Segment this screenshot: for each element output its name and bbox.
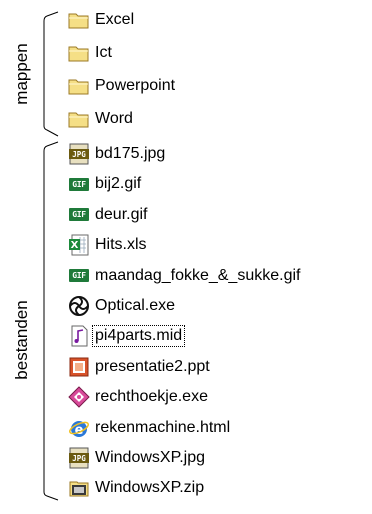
gif-file-icon: GIF — [68, 204, 90, 226]
file-name: bd175.jpg — [95, 145, 166, 162]
file-item-windowsxp-jpg[interactable]: JPG WindowsXP.jpg — [68, 443, 206, 473]
app-exe-icon — [68, 386, 90, 408]
internet-explorer-icon: e — [68, 417, 90, 439]
optical-exe-icon — [68, 295, 90, 317]
folder-item-excel[interactable]: Excel — [68, 5, 135, 35]
file-name: presentatie2.ppt — [95, 357, 210, 375]
svg-text:X: X — [71, 240, 79, 251]
file-name: rechthoekje.exe — [95, 388, 208, 406]
zip-file-icon — [68, 477, 90, 499]
folder-icon — [68, 108, 90, 130]
file-item-pi4parts-mid[interactable]: pi4parts.mid — [68, 321, 186, 351]
folder-item-ict[interactable]: Ict — [68, 38, 113, 68]
file-item-rekenmachine-html[interactable]: e rekenmachine.html — [68, 413, 231, 443]
folder-item-powerpoint[interactable]: Powerpoint — [68, 71, 176, 101]
file-name: maandag_fokke_&_sukke.gif — [95, 266, 301, 284]
file-name: Hits.xls — [95, 236, 147, 254]
file-name: WindowsXP.jpg — [95, 449, 205, 466]
file-name: deur.gif — [95, 205, 148, 223]
file-name: bij2.gif — [95, 175, 142, 193]
file-name: WindowsXP.zip — [95, 479, 205, 497]
file-item-presentatie2-ppt[interactable]: presentatie2.ppt — [68, 352, 211, 382]
folder-icon — [68, 42, 90, 64]
folder-icon — [68, 75, 90, 97]
gif-file-icon: GIF — [68, 265, 90, 287]
file-item-deur-gif[interactable]: GIF deur.gif — [68, 200, 148, 230]
file-item-windowsxp-zip[interactable]: WindowsXP.zip — [68, 473, 205, 503]
file-item-maandag-fokke-sukke-gif[interactable]: GIF maandag_fokke_&_sukke.gif — [68, 261, 301, 291]
file-item-hits-xls[interactable]: X Hits.xls — [68, 230, 148, 260]
file-item-bd175-jpg[interactable]: JPG bd175.jpg — [68, 139, 166, 169]
excel-file-icon: X — [68, 234, 90, 256]
gif-file-icon: GIF — [68, 173, 90, 195]
midi-file-icon — [68, 325, 90, 347]
file-name: Optical.exe — [95, 297, 176, 314]
folder-name: Excel — [95, 11, 135, 28]
folder-name: Word — [95, 110, 133, 127]
jpg-file-icon: JPG — [68, 143, 90, 165]
bestanden-bracket — [43, 141, 59, 501]
file-name: rekenmachine.html — [95, 418, 231, 436]
file-item-rechthoekje-exe[interactable]: rechthoekje.exe — [68, 382, 209, 412]
folder-icon — [68, 9, 90, 31]
svg-text:JPG: JPG — [72, 150, 86, 159]
jpg-file-icon: JPG — [68, 447, 90, 469]
svg-text:JPG: JPG — [72, 454, 86, 463]
folder-name: Ict — [95, 44, 112, 61]
folder-name: Powerpoint — [95, 77, 176, 94]
file-item-optical-exe[interactable]: Optical.exe — [68, 291, 176, 321]
powerpoint-file-icon — [68, 356, 90, 378]
folder-item-word[interactable]: Word — [68, 104, 134, 134]
file-name: pi4parts.mid — [91, 325, 186, 348]
file-item-bij2-gif[interactable]: GIF bij2.gif — [68, 169, 142, 199]
